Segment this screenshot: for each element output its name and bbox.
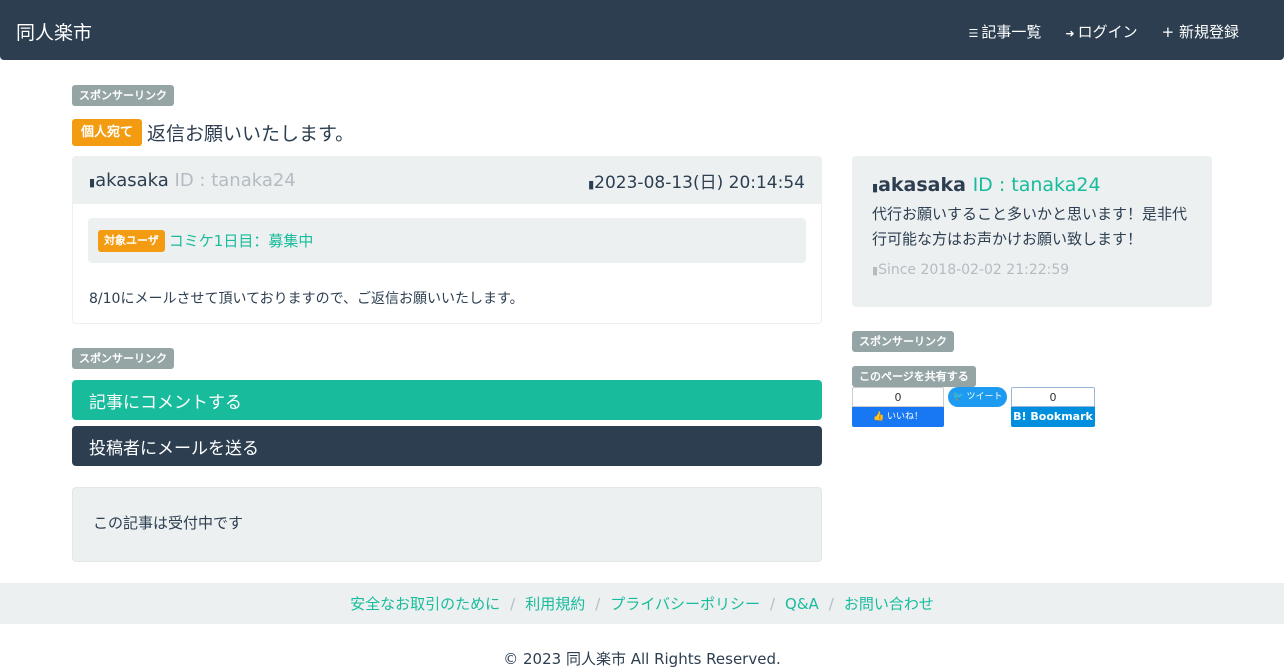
- footer-separator: /: [769, 594, 776, 613]
- nav-articles-link[interactable]: ☰ 記事一覧: [969, 21, 1042, 42]
- nav-register-link[interactable]: + 新規登録: [1162, 21, 1239, 42]
- sponsor-label-3: スポンサーリンク: [852, 331, 954, 352]
- facebook-like-widget[interactable]: 0 👍 いいね！: [852, 387, 944, 427]
- nav-links: ☰ 記事一覧 ➜ ログイン + 新規登録: [969, 21, 1239, 42]
- footer-link-safety[interactable]: 安全なお取引のために: [350, 593, 500, 614]
- navbar: 同人楽市 ☰ 記事一覧 ➜ ログイン + 新規登録: [0, 0, 1284, 60]
- profile-bio: 代行お願いすること多いかと思います！是非代行可能な方はお声かけお願い致します！: [872, 205, 1188, 248]
- nav-login-label: ログイン: [1077, 23, 1138, 41]
- hatena-bookmark-label: Bookmark: [1030, 410, 1093, 423]
- nav-login-link[interactable]: ➜ ログイン: [1065, 21, 1137, 42]
- twitter-tweet-button[interactable]: 🐦 ツイート: [948, 387, 1007, 407]
- hatena-bookmark-widget[interactable]: 0 B! Bookmark: [1011, 387, 1095, 427]
- mail-author-button[interactable]: 投稿者にメールを送る: [72, 426, 822, 466]
- facebook-like-button[interactable]: 👍 いいね！: [852, 407, 944, 427]
- author-profile-card: ▮akasaka ID : tanaka24 代行お願いすること多いかと思います…: [852, 156, 1212, 307]
- plus-icon: +: [1161, 23, 1179, 41]
- list-icon: ☰: [968, 27, 979, 40]
- footer-link-terms[interactable]: 利用規約: [525, 593, 585, 614]
- profile-since-text: Since 2018-02-02 21:22:59: [878, 262, 1070, 278]
- profile-name-link[interactable]: akasaka: [878, 174, 966, 196]
- profile-since: ▮Since 2018-02-02 21:22:59: [872, 262, 1192, 278]
- article-body: 8/10にメールさせて頂いておりますので、ご返信お願いいたします。: [89, 291, 524, 307]
- target-user-badge: 対象ユーザ: [98, 229, 165, 252]
- footer-separator: /: [595, 594, 601, 613]
- article-author: ▮akasaka ID : tanaka24: [89, 170, 296, 191]
- copyright: © 2023 同人楽市 All Rights Reserved.: [503, 650, 781, 668]
- article-date: ▮2023-08-13(日) 20:14:54: [588, 168, 805, 193]
- hatena-b-icon: B!: [1013, 410, 1027, 423]
- facebook-like-label: いいね！: [887, 412, 924, 422]
- profile-name: ▮akasaka ID : tanaka24: [872, 174, 1192, 196]
- footer-separator: /: [828, 594, 834, 613]
- sponsor-label: スポンサーリンク: [72, 85, 174, 106]
- article-title-row: 個人宛て 返信お願いいたします。: [72, 119, 354, 146]
- profile-id: ID : tanaka24: [972, 174, 1101, 196]
- tweet-label: ツイート: [966, 392, 1003, 402]
- thumbs-up-icon: 👍: [872, 412, 885, 422]
- sponsor-label-2: スポンサーリンク: [72, 348, 174, 369]
- facebook-like-count: 0: [852, 387, 944, 407]
- comment-button[interactable]: 記事にコメントする: [72, 380, 822, 420]
- author-id: ID : tanaka24: [174, 170, 296, 191]
- footer-separator: /: [510, 594, 516, 613]
- site-brand[interactable]: 同人楽市: [16, 18, 92, 45]
- hatena-bookmark-button[interactable]: B! Bookmark: [1011, 407, 1095, 427]
- author-name-link[interactable]: akasaka: [95, 170, 169, 191]
- footer-link-contact[interactable]: お問い合わせ: [844, 593, 934, 614]
- target-post-link[interactable]: コミケ1日目：募集中: [169, 230, 314, 251]
- footer-link-qa[interactable]: Q&A: [785, 595, 819, 613]
- footer-link-privacy[interactable]: プライバシーポリシー: [610, 593, 760, 614]
- nav-articles-label: 記事一覧: [981, 23, 1042, 41]
- login-icon: ➜: [1065, 27, 1075, 40]
- share-label: このページを共有する: [852, 366, 976, 387]
- target-user-box: 対象ユーザ コミケ1日目：募集中: [88, 218, 806, 263]
- nav-register-label: 新規登録: [1178, 23, 1239, 41]
- article-date-text: 2023-08-13(日) 20:14:54: [594, 173, 805, 193]
- article-panel-header: ▮akasaka ID : tanaka24 ▮2023-08-13(日) 20…: [73, 157, 821, 204]
- status-well: この記事は受付中です: [72, 487, 822, 562]
- personal-badge: 個人宛て: [72, 119, 143, 146]
- footer-links: 安全なお取引のために / 利用規約 / プライバシーポリシー / Q&A / お…: [0, 583, 1284, 624]
- article-panel: ▮akasaka ID : tanaka24 ▮2023-08-13(日) 20…: [72, 156, 822, 324]
- hatena-bookmark-count: 0: [1011, 387, 1095, 407]
- twitter-bird-icon: 🐦: [952, 392, 964, 402]
- article-title: 返信お願いいたします。: [147, 123, 355, 145]
